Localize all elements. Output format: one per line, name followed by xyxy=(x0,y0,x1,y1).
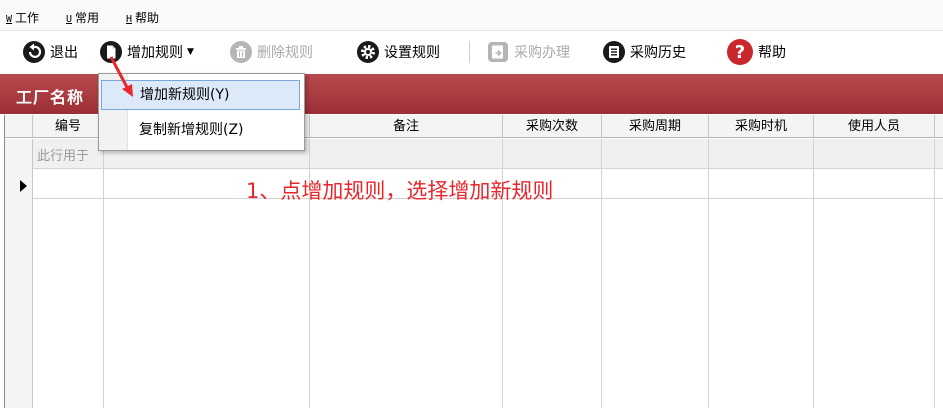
column-purchase-cycle xyxy=(602,139,709,408)
page-title: 工厂名称 xyxy=(16,88,85,107)
help-button[interactable]: ? 帮助 xyxy=(726,37,786,67)
placeholder-row-text: 此行用于 xyxy=(37,149,90,164)
column-header-filler xyxy=(935,115,943,138)
toolbar: 退出 增加规则 ▼ 删除规则 设置规则 采购办理 采购历史 ? 帮助 xyxy=(0,31,943,73)
rules-grid[interactable]: 编号 备注 采购次数 采购周期 采购时机 使用人员 此行用于 xyxy=(4,115,943,408)
trash-icon xyxy=(230,41,252,63)
menu-work[interactable]: W 工作 xyxy=(6,9,39,26)
purchase-button[interactable]: 采购办理 xyxy=(486,37,570,67)
column-user xyxy=(814,139,935,408)
pointer-arrow-icon xyxy=(109,56,133,97)
row-indicator-column xyxy=(5,139,33,408)
chevron-down-icon: ▼ xyxy=(187,47,194,57)
column-header-remark[interactable]: 备注 xyxy=(310,115,503,138)
list-icon xyxy=(603,41,625,63)
set-rule-button[interactable]: 设置规则 xyxy=(356,37,440,67)
exit-icon xyxy=(23,41,45,63)
column-header-purchase-cycle[interactable]: 采购周期 xyxy=(602,115,709,138)
menu-bar: W 工作 U 常用 H 帮助 xyxy=(0,0,943,31)
gear-icon xyxy=(357,41,379,63)
column-purchase-timing xyxy=(709,139,814,408)
svg-text:?: ? xyxy=(735,42,745,63)
current-row-arrow-icon xyxy=(20,180,27,192)
question-icon: ? xyxy=(727,39,753,65)
instruction-annotation: 1、点增加规则，选择增加新规则 xyxy=(246,179,554,203)
column-header-purchase-count[interactable]: 采购次数 xyxy=(503,115,602,138)
exit-button[interactable]: 退出 xyxy=(22,37,78,67)
column-number xyxy=(33,139,104,408)
toolbar-separator xyxy=(469,41,470,63)
menu-help[interactable]: H 帮助 xyxy=(126,9,159,26)
delete-rule-button[interactable]: 删除规则 xyxy=(229,37,313,67)
clipboard-icon xyxy=(488,42,508,62)
row-header-corner xyxy=(5,115,33,138)
column-header-purchase-timing[interactable]: 采购时机 xyxy=(709,115,814,138)
history-button[interactable]: 采购历史 xyxy=(602,37,686,67)
menu-item-copy-new-rule[interactable]: 复制新增规则(Z) xyxy=(101,116,300,146)
column-header-user[interactable]: 使用人员 xyxy=(814,115,935,138)
menu-common[interactable]: U 常用 xyxy=(66,9,99,26)
column-header-number[interactable]: 编号 xyxy=(33,115,104,138)
